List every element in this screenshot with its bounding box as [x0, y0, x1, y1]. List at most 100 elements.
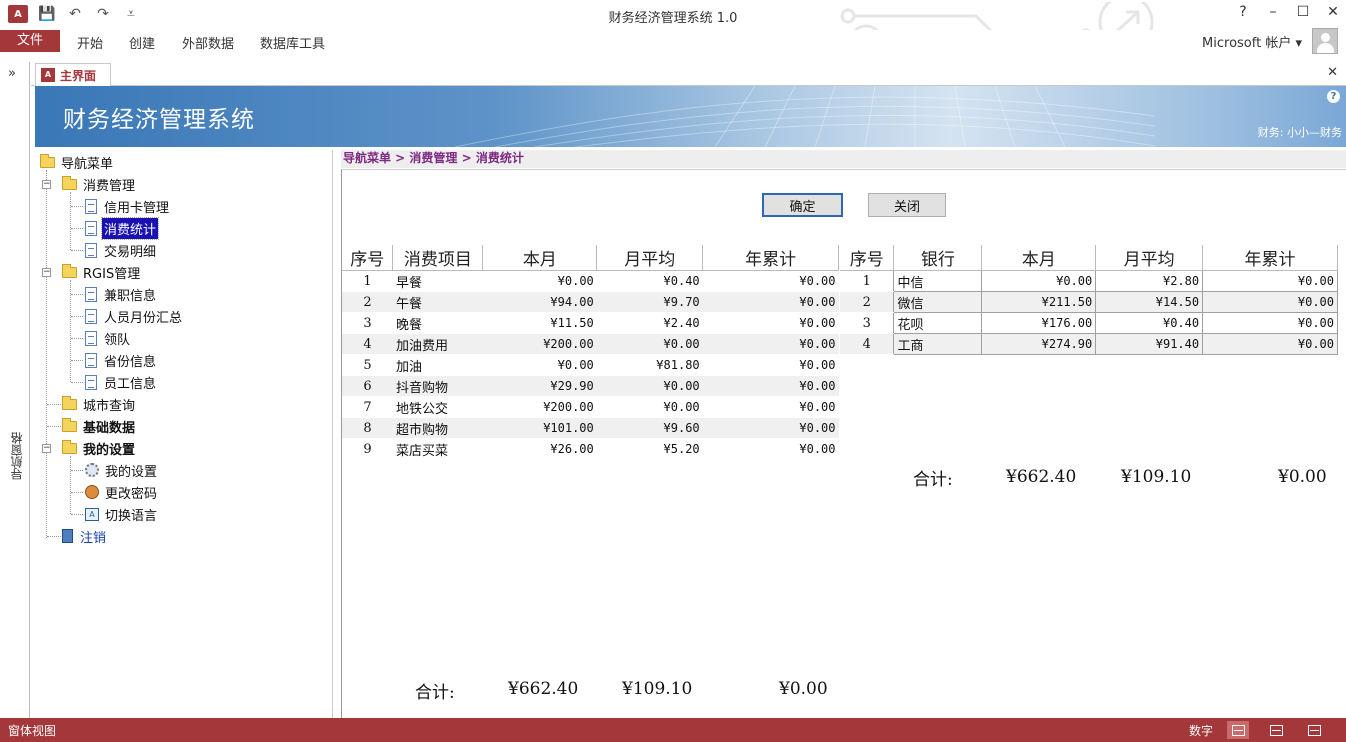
tab-external-data[interactable]: 外部数据 [182, 33, 234, 52]
close-document-icon[interactable]: ✕ [1327, 65, 1338, 80]
table-cell: ¥81.80 [596, 354, 703, 376]
table-cell: ¥0.00 [1202, 270, 1338, 292]
table-cell: 4 [840, 333, 894, 355]
help-icon[interactable]: ? [1327, 90, 1340, 103]
table-cell: ¥9.60 [596, 417, 703, 439]
tree-item-province-info[interactable]: 省份信息 [85, 350, 158, 370]
folder-open-icon [62, 263, 77, 278]
avatar[interactable] [1312, 28, 1338, 54]
navigation-tree: 导航菜单 − 消费管理 信用卡管理 消费统计 交易明细 − RGIS管理 兼职信… [35, 150, 333, 718]
table-row: 8 超市购物 ¥101.00 ¥9.60 ¥0.00 [342, 417, 839, 439]
tree-item-credit-card-management[interactable]: 信用卡管理 [85, 196, 171, 216]
collapse-icon[interactable]: − [42, 268, 51, 277]
tree-item-expense-statistics[interactable]: 消费统计 [85, 216, 160, 240]
table-cell: 地铁公交 [392, 396, 483, 418]
design-view-button[interactable] [1303, 721, 1325, 739]
table-row: 3 花呗 ¥176.00 ¥0.40 ¥0.00 [840, 312, 1338, 334]
tree-item-my-settings-folder[interactable]: 我的设置 [62, 438, 137, 458]
table-cell: ¥200.00 [482, 333, 597, 355]
column-header: 月平均 [1095, 245, 1204, 271]
breadcrumb: 导航菜单 > 消费管理 > 消费统计 [341, 150, 1346, 168]
tab-main-form[interactable]: A 主界面 [35, 63, 111, 86]
expense-total-year-to-date: ¥0.00 [779, 679, 828, 699]
table-cell: ¥2.80 [1095, 270, 1204, 292]
account-menu[interactable]: Microsoft 帐户 ▾ [1202, 32, 1302, 51]
form-icon: A [41, 68, 55, 82]
table-cell: ¥0.00 [702, 312, 839, 334]
tree-item-employee-info[interactable]: 员工信息 [85, 372, 158, 392]
table-cell: 1 [840, 270, 894, 292]
form-document-icon [85, 220, 97, 236]
collapse-icon[interactable]: − [42, 180, 51, 189]
table-row: 1 中信 ¥0.00 ¥2.80 ¥0.00 [840, 270, 1338, 292]
tab-create[interactable]: 创建 [129, 33, 155, 52]
form-view-button[interactable] [1227, 721, 1249, 739]
close-window-button[interactable]: ✕ [1326, 4, 1340, 20]
column-header: 序号 [840, 245, 895, 271]
folder-icon [62, 395, 77, 410]
form-document-icon [85, 308, 97, 324]
table-cell: 3 [342, 312, 393, 334]
minimize-button[interactable]: – [1266, 4, 1280, 20]
table-cell: 2 [840, 291, 894, 313]
user-key-icon [85, 485, 99, 499]
close-button[interactable]: 关闭 [868, 193, 946, 217]
table-cell: 7 [342, 396, 393, 418]
status-bar: 窗体视图 数字 [0, 718, 1346, 742]
tree-item-logout[interactable]: 注销 [62, 526, 108, 546]
main-panel: 导航菜单 > 消费管理 > 消费统计 确定 关闭 序号 消费项目 本月 月平均 年累计 … [341, 150, 1346, 718]
table-cell: ¥11.50 [482, 312, 597, 334]
num-lock-indicator: 数字 [1188, 724, 1213, 738]
table-cell: ¥0.00 [482, 270, 597, 292]
table-row: 1 早餐 ¥0.00 ¥0.40 ¥0.00 [342, 270, 839, 292]
table-cell: ¥0.00 [702, 417, 839, 439]
table-cell: ¥29.90 [482, 375, 597, 397]
tree-item-transaction-details[interactable]: 交易明细 [85, 240, 158, 260]
table-row: 4 工商 ¥274.90 ¥91.40 ¥0.00 [840, 333, 1338, 355]
layout-view-icon [1270, 725, 1283, 736]
tab-file[interactable]: 文件 [0, 30, 60, 52]
table-cell: ¥101.00 [482, 417, 597, 439]
table-row: 7 地铁公交 ¥200.00 ¥0.00 ¥0.00 [342, 396, 839, 418]
table-cell: 2 [342, 291, 393, 313]
confirm-button[interactable]: 确定 [762, 193, 843, 217]
tree-item-my-settings[interactable]: 我的设置 [85, 460, 159, 480]
table-cell: ¥91.40 [1095, 333, 1204, 355]
table-cell: ¥0.00 [702, 438, 839, 460]
tab-database-tools[interactable]: 数据库工具 [260, 33, 325, 52]
help-icon[interactable]: ? [1236, 4, 1250, 20]
collapse-icon[interactable]: − [42, 444, 51, 453]
column-header: 年累计 [1202, 245, 1338, 271]
navigation-pane-collapsed: » 导航窗格 [0, 62, 30, 718]
tree-item-monthly-staff-summary[interactable]: 人员月份汇总 [85, 306, 184, 326]
table-cell: ¥0.00 [702, 291, 839, 313]
tree-item-switch-language[interactable]: A 切换语言 [85, 504, 159, 524]
table-cell: 晚餐 [392, 312, 483, 334]
table-cell: 1 [342, 270, 393, 292]
tab-home[interactable]: 开始 [77, 33, 103, 52]
tree-item-team-leader[interactable]: 领队 [85, 328, 132, 348]
table-cell: 微信 [893, 291, 983, 313]
column-header: 银行 [893, 245, 983, 271]
maximize-button[interactable]: ☐ [1296, 4, 1310, 20]
tree-item-rgis-management[interactable]: RGIS管理 [62, 262, 142, 282]
tree-item-change-password[interactable]: 更改密码 [85, 482, 159, 502]
nav-pane-label[interactable]: 导航窗格 [8, 432, 25, 480]
tree-root-nav-menu[interactable]: 导航菜单 [40, 152, 115, 172]
table-cell: ¥0.40 [1095, 312, 1204, 334]
table-row: 2 午餐 ¥94.00 ¥9.70 ¥0.00 [342, 291, 839, 313]
tree-item-city-query[interactable]: 城市查询 [62, 394, 137, 414]
folder-open-icon [62, 175, 77, 190]
layout-view-button[interactable] [1265, 721, 1287, 739]
tree-item-base-data[interactable]: 基础数据 [62, 416, 137, 436]
view-mode-label: 窗体视图 [8, 724, 57, 738]
expand-nav-pane-icon[interactable]: » [8, 66, 16, 81]
bank-total-monthly-average: ¥109.10 [1121, 467, 1192, 487]
tree-item-expense-management[interactable]: 消费管理 [62, 174, 137, 194]
tree-item-part-time-info[interactable]: 兼职信息 [85, 284, 158, 304]
table-cell: 加油费用 [392, 333, 483, 355]
table-cell: ¥0.00 [596, 333, 703, 355]
column-header: 本月 [981, 245, 1097, 271]
form-document-icon [85, 198, 97, 214]
bank-total-label: 合计: [913, 470, 953, 490]
